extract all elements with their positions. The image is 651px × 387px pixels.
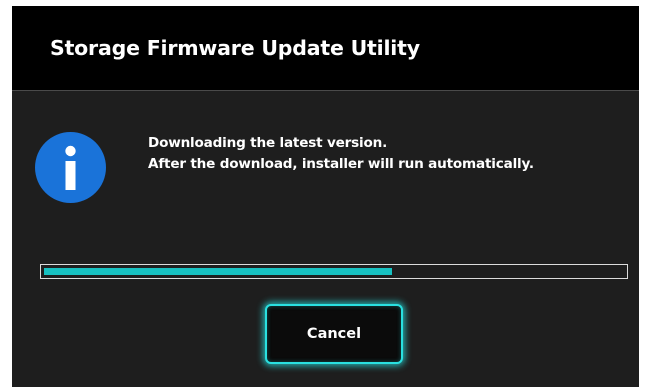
cancel-button[interactable]: Cancel: [265, 304, 403, 364]
firmware-update-dialog: Storage Firmware Update Utility Download…: [12, 6, 639, 387]
status-message: Downloading the latest version. After th…: [148, 133, 534, 175]
download-progress-bar: [40, 264, 628, 279]
status-message-line-2: After the download, installer will run a…: [148, 156, 534, 172]
status-message-line-1: Downloading the latest version.: [148, 135, 388, 151]
info-icon: [35, 132, 106, 203]
window-title: Storage Firmware Update Utility: [50, 36, 420, 60]
download-progress-fill: [44, 268, 392, 275]
title-bar: Storage Firmware Update Utility: [12, 6, 639, 91]
